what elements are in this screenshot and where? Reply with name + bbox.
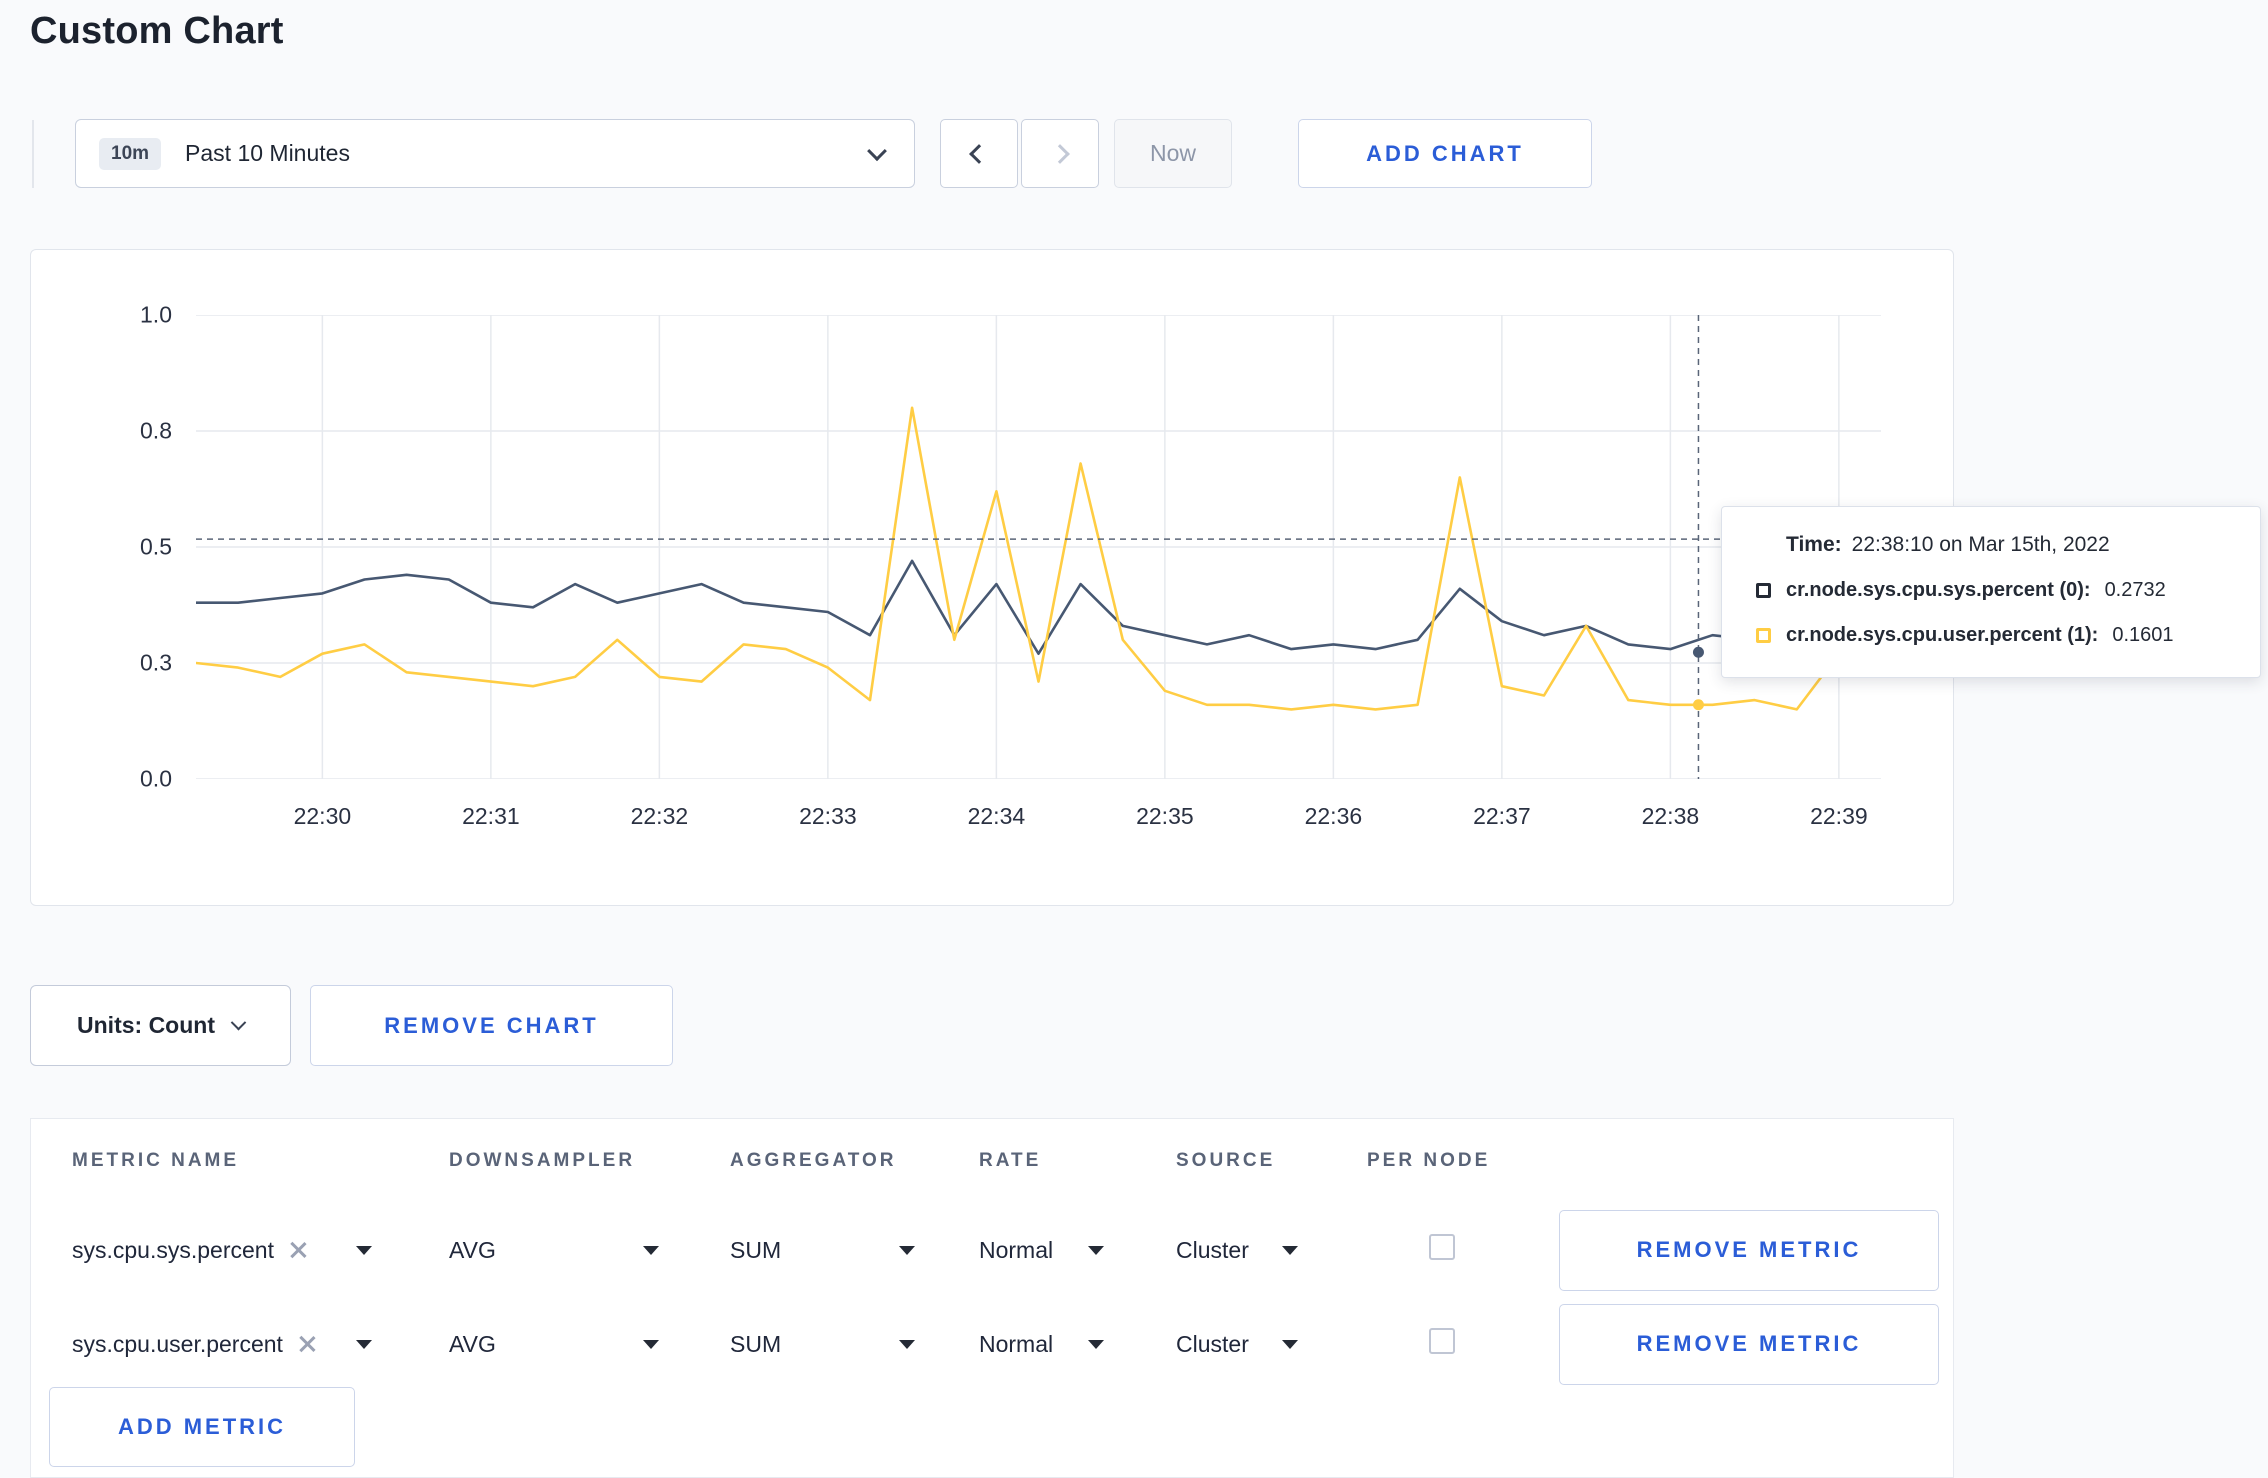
tooltip-series-row: cr.node.sys.cpu.user.percent (1): 0.1601 <box>1756 624 2226 647</box>
x-axis-tick: 22:33 <box>799 803 857 829</box>
column-header-rate: RATE <box>979 1150 1042 1171</box>
series-swatch-icon <box>1756 583 1771 598</box>
downsampler-select[interactable]: AVG <box>449 1237 659 1264</box>
column-header-aggregator: AGGREGATOR <box>730 1150 897 1171</box>
metric-row: sys.cpu.sys.percent AVG SUM Normal Clust… <box>31 1203 1953 1297</box>
rate-select[interactable]: Normal <box>979 1237 1104 1264</box>
time-range-badge: 10m <box>99 137 162 170</box>
chart-card: 0.0 0.3 0.5 0.8 1.0 22:30 22:31 22:32 22:33 22:3… <box>30 249 1954 906</box>
chevron-down-icon <box>230 1014 247 1031</box>
metric-row: sys.cpu.user.percent AVG SUM Normal Clus… <box>31 1297 1953 1391</box>
y-axis-tick: 0.0 <box>140 765 172 792</box>
metric-name-value: sys.cpu.sys.percent <box>72 1236 274 1263</box>
add-chart-button[interactable]: ADD CHART <box>1298 119 1592 188</box>
aggregator-value: SUM <box>730 1330 782 1357</box>
aggregator-select[interactable]: SUM <box>730 1331 915 1358</box>
x-axis-tick: 22:31 <box>462 803 520 829</box>
units-dropdown[interactable]: Units: Count <box>30 985 291 1066</box>
caret-down-icon <box>899 1339 915 1349</box>
caret-down-icon <box>1088 1245 1104 1255</box>
rate-value: Normal <box>979 1330 1054 1357</box>
clear-metric-icon[interactable] <box>288 1240 308 1260</box>
caret-down-icon <box>1088 1339 1104 1349</box>
tooltip-time-label: Time: <box>1786 533 1842 556</box>
tooltip-series-value: 0.1601 <box>2112 624 2174 646</box>
y-axis-tick: 0.5 <box>140 533 172 560</box>
tooltip-series-label: cr.node.sys.cpu.sys.percent (0): <box>1786 579 2091 601</box>
y-axis-tick: 0.8 <box>140 417 172 444</box>
prev-range-button[interactable] <box>940 119 1018 188</box>
downsampler-select[interactable]: AVG <box>449 1331 659 1358</box>
downsampler-value: AVG <box>449 1330 496 1357</box>
time-range-dropdown[interactable]: 10m Past 10 Minutes <box>75 119 915 188</box>
series-swatch-icon <box>1756 628 1771 643</box>
chevron-left-icon <box>969 143 989 164</box>
y-axis-tick: 0.3 <box>140 649 172 676</box>
chevron-down-icon <box>867 140 887 161</box>
time-range-label: Past 10 Minutes <box>185 140 350 166</box>
x-axis-tick: 22:35 <box>1136 803 1194 829</box>
tooltip-series-label: cr.node.sys.cpu.user.percent (1): <box>1786 624 2099 646</box>
source-select[interactable]: Cluster <box>1176 1237 1298 1264</box>
caret-down-icon <box>356 1339 372 1349</box>
x-axis-tick: 22:38 <box>1641 803 1700 829</box>
remove-chart-button[interactable]: REMOVE CHART <box>310 985 673 1066</box>
metrics-table-header: METRIC NAME DOWNSAMPLER AGGREGATOR RATE … <box>31 1119 1953 1203</box>
chart-tooltip: Time: 22:38:10 on Mar 15th, 2022 cr.node.… <box>1721 506 2261 678</box>
caret-down-icon <box>1282 1339 1298 1349</box>
units-label: Units: Count <box>77 1012 215 1038</box>
y-axis-tick: 1.0 <box>140 301 172 328</box>
caret-down-icon <box>356 1245 372 1255</box>
x-axis-tick: 22:30 <box>293 803 352 829</box>
next-range-button[interactable] <box>1021 119 1099 188</box>
toolbar-divider <box>32 120 34 188</box>
aggregator-select[interactable]: SUM <box>730 1237 915 1264</box>
metrics-table: METRIC NAME DOWNSAMPLER AGGREGATOR RATE … <box>30 1118 1954 1478</box>
column-header-per-node: PER NODE <box>1367 1150 1491 1171</box>
caret-down-icon <box>899 1245 915 1255</box>
line-chart <box>194 314 1883 780</box>
tooltip-time-row: Time: 22:38:10 on Mar 15th, 2022 <box>1786 533 2226 557</box>
add-metric-button[interactable]: ADD METRIC <box>49 1387 355 1467</box>
aggregator-value: SUM <box>730 1236 782 1263</box>
source-value: Cluster <box>1176 1236 1249 1263</box>
source-select[interactable]: Cluster <box>1176 1331 1298 1358</box>
column-header-metric-name: METRIC NAME <box>72 1150 240 1171</box>
x-axis-tick: 22:37 <box>1473 803 1531 829</box>
tooltip-time-value: 22:38:10 on Mar 15th, 2022 <box>1851 533 2110 556</box>
remove-metric-button[interactable]: REMOVE METRIC <box>1559 1303 1939 1385</box>
chevron-right-icon <box>1050 143 1070 164</box>
chart-plot-area[interactable]: 0.0 0.3 0.5 0.8 1.0 22:30 22:31 22:32 22:33 22:3… <box>140 302 1883 829</box>
rate-value: Normal <box>979 1236 1054 1263</box>
caret-down-icon <box>643 1245 659 1255</box>
x-axis-tick: 22:32 <box>630 803 689 829</box>
per-node-checkbox[interactable] <box>1429 1234 1455 1260</box>
clear-metric-icon[interactable] <box>297 1334 317 1354</box>
x-axis-tick: 22:34 <box>967 803 1026 829</box>
per-node-checkbox[interactable] <box>1429 1328 1455 1354</box>
x-axis-tick: 22:39 <box>1810 803 1868 829</box>
rate-select[interactable]: Normal <box>979 1331 1104 1358</box>
caret-down-icon <box>643 1339 659 1349</box>
caret-down-icon <box>1282 1245 1298 1255</box>
tooltip-series-value: 0.2732 <box>2104 579 2166 601</box>
remove-metric-button[interactable]: REMOVE METRIC <box>1559 1209 1939 1291</box>
source-value: Cluster <box>1176 1330 1249 1357</box>
page-title: Custom Chart <box>30 10 284 52</box>
downsampler-value: AVG <box>449 1236 496 1263</box>
metric-name-value: sys.cpu.user.percent <box>72 1330 283 1357</box>
now-button[interactable]: Now <box>1114 119 1232 188</box>
tooltip-series-row: cr.node.sys.cpu.sys.percent (0): 0.2732 <box>1756 579 2226 602</box>
column-header-source: SOURCE <box>1176 1150 1276 1171</box>
metric-name-select[interactable]: sys.cpu.user.percent <box>72 1331 372 1358</box>
metric-name-select[interactable]: sys.cpu.sys.percent <box>72 1237 372 1264</box>
column-header-downsampler: DOWNSAMPLER <box>449 1150 636 1171</box>
x-axis-tick: 22:36 <box>1304 803 1363 829</box>
